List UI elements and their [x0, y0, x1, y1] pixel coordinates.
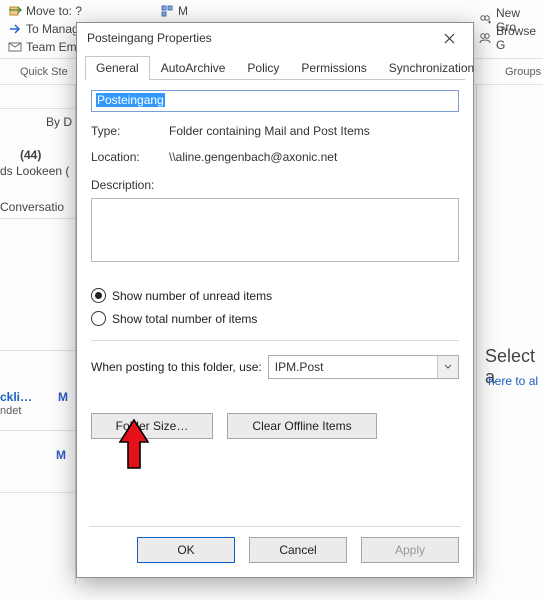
conversations-stub: Conversatio	[0, 200, 64, 214]
dialog-title: Posteingang Properties	[87, 31, 212, 45]
mail-lookeen-stub: ds Lookeen (	[0, 164, 69, 178]
properties-dialog: Posteingang Properties General AutoArchi…	[76, 22, 474, 578]
ok-button[interactable]: OK	[137, 537, 235, 563]
folder-count: (44)	[20, 148, 41, 162]
reading-pane-hint-link[interactable]: here to al	[488, 374, 538, 388]
radio-show-unread-label: Show number of unread items	[112, 289, 272, 303]
sort-by-date[interactable]: By D	[46, 115, 72, 129]
ribbon-move-stub[interactable]: M	[160, 4, 188, 18]
tab-autoarchive[interactable]: AutoArchive	[150, 56, 237, 80]
ribbon-section-quicksteps: Quick Ste	[20, 66, 68, 78]
ribbon-team-email-label: Team Ema	[26, 40, 83, 54]
type-value: Folder containing Mail and Post Items	[169, 124, 459, 138]
ribbon-move-to-label: Move to: ?	[26, 4, 82, 18]
mail-item-2-m: M	[56, 448, 66, 462]
mail-item-1-subtitle: ndet	[0, 405, 21, 417]
forward-icon	[8, 22, 22, 36]
description-label: Description:	[91, 178, 169, 192]
folder-size-button[interactable]: Folder Size…	[91, 413, 213, 439]
ribbon-move-stub-label: M	[178, 4, 188, 18]
mail-item-1-m: M	[58, 390, 68, 404]
people-icon	[478, 31, 492, 45]
cancel-button[interactable]: Cancel	[249, 537, 347, 563]
radio-show-total-label: Show total number of items	[112, 312, 257, 326]
ribbon-move-to[interactable]: Move to: ?	[8, 4, 82, 18]
mail-item-1-title[interactable]: ckli…	[0, 390, 32, 404]
ribbon-team-email[interactable]: Team Ema	[8, 40, 83, 54]
tab-policy[interactable]: Policy	[236, 56, 290, 80]
radio-show-total[interactable]: Show total number of items	[91, 311, 459, 326]
type-label: Type:	[91, 124, 169, 138]
tab-strip: General AutoArchive Policy Permissions S…	[85, 55, 465, 80]
ribbon-browse-groups-label: Browse G	[496, 24, 543, 52]
ribbon-browse-groups[interactable]: Browse G	[478, 24, 543, 52]
location-value: \\aline.gengenbach@axonic.net	[169, 150, 459, 164]
posting-combo[interactable]: IPM.Post	[268, 355, 459, 379]
description-input[interactable]	[91, 198, 459, 262]
apply-button: Apply	[361, 537, 459, 563]
ribbon-to-manager[interactable]: To Manage	[8, 22, 85, 36]
tab-permissions[interactable]: Permissions	[290, 56, 377, 80]
radio-icon-unchecked	[91, 311, 106, 326]
close-icon	[444, 33, 455, 44]
tab-synchronization[interactable]: Synchronization	[378, 56, 485, 80]
radio-show-unread[interactable]: Show number of unread items	[91, 288, 459, 303]
folder-name-value: Posteingang	[96, 93, 165, 107]
posting-label: When posting to this folder, use:	[91, 360, 262, 374]
folder-name-input[interactable]: Posteingang	[91, 90, 459, 112]
clear-offline-button[interactable]: Clear Offline Items	[227, 413, 377, 439]
email-icon	[8, 40, 22, 54]
ribbon-section-groups: Groups	[505, 66, 541, 78]
tab-general[interactable]: General	[85, 56, 150, 80]
location-label: Location:	[91, 150, 169, 164]
radio-icon-checked	[91, 288, 106, 303]
move-icon	[8, 4, 22, 18]
posting-combo-dropdown[interactable]	[437, 356, 458, 378]
posting-combo-value: IPM.Post	[269, 360, 437, 374]
chevron-down-icon	[444, 364, 452, 370]
close-button[interactable]	[433, 24, 465, 52]
move-menu-icon	[160, 4, 174, 18]
